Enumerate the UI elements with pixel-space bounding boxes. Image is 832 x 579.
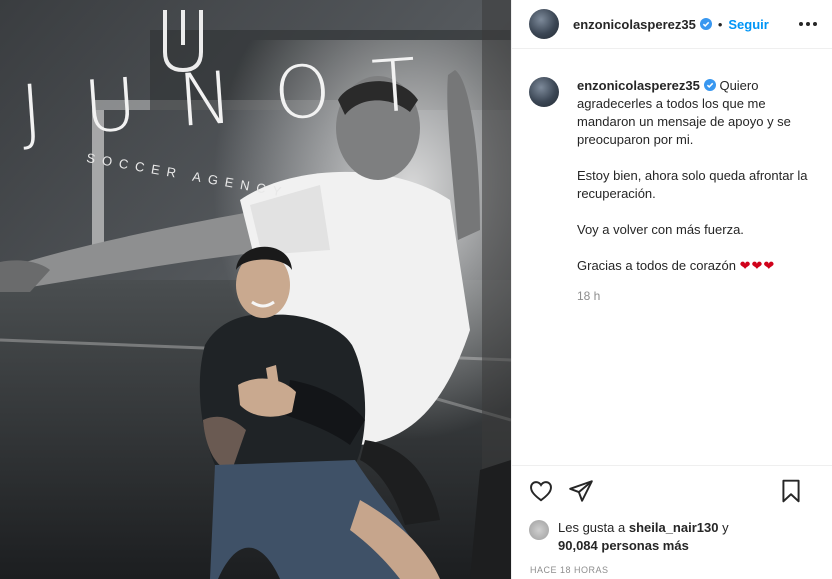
caption-body: enzonicolasperez35 Quiero agradecerles a… bbox=[577, 77, 816, 464]
author-username[interactable]: enzonicolasperez35 bbox=[573, 17, 696, 32]
verified-badge-icon bbox=[699, 18, 712, 30]
bookmark-icon[interactable] bbox=[778, 478, 804, 504]
post-header: enzonicolasperez35 • Seguir bbox=[512, 0, 832, 49]
header-separator: • bbox=[717, 16, 723, 32]
share-icon[interactable] bbox=[568, 478, 594, 504]
likes-text: Les gusta a sheila_nair130 y 90,084 pers… bbox=[558, 519, 729, 555]
instagram-post: JUNOT SOCCER AGENCY enzonicolasperez35 •… bbox=[0, 0, 832, 579]
caption-text-4: Gracias a todos de corazón bbox=[577, 258, 736, 273]
caption-paragraph-1: enzonicolasperez35 Quiero agradecerles a… bbox=[577, 77, 816, 149]
post-side-panel: enzonicolasperez35 • Seguir enzonicolasp… bbox=[511, 0, 832, 579]
likes-prefix: Les gusta a bbox=[558, 520, 626, 535]
caption-text-2: Estoy bien, ahora solo queda afrontar la… bbox=[577, 168, 808, 201]
verified-badge-icon bbox=[703, 79, 716, 91]
caption-avatar[interactable] bbox=[529, 77, 559, 107]
post-actions bbox=[512, 465, 832, 515]
likes-count[interactable]: 90,084 personas más bbox=[558, 538, 689, 553]
caption-paragraph-4: Gracias a todos de corazón ❤❤❤ bbox=[577, 257, 816, 275]
follow-button[interactable]: Seguir bbox=[728, 17, 768, 32]
caption-section: enzonicolasperez35 Quiero agradecerles a… bbox=[512, 49, 832, 464]
likes-conjunction: y bbox=[722, 520, 729, 535]
likes-section: Les gusta a sheila_nair130 y 90,084 pers… bbox=[529, 519, 729, 555]
hearts-emoji: ❤❤❤ bbox=[739, 258, 776, 273]
caption-time[interactable]: 18 h bbox=[577, 287, 816, 305]
caption-text-3: Voy a volver con más fuerza. bbox=[577, 222, 744, 237]
heart-icon[interactable] bbox=[528, 478, 554, 504]
liker-username[interactable]: sheila_nair130 bbox=[629, 520, 719, 535]
post-timestamp[interactable]: HACE 18 HORAS bbox=[530, 565, 609, 575]
author-avatar[interactable] bbox=[529, 9, 559, 39]
liker-avatar[interactable] bbox=[529, 520, 549, 540]
more-options-icon[interactable] bbox=[796, 14, 820, 34]
caption-username[interactable]: enzonicolasperez35 bbox=[577, 78, 700, 93]
post-photo[interactable]: JUNOT SOCCER AGENCY bbox=[0, 0, 511, 579]
